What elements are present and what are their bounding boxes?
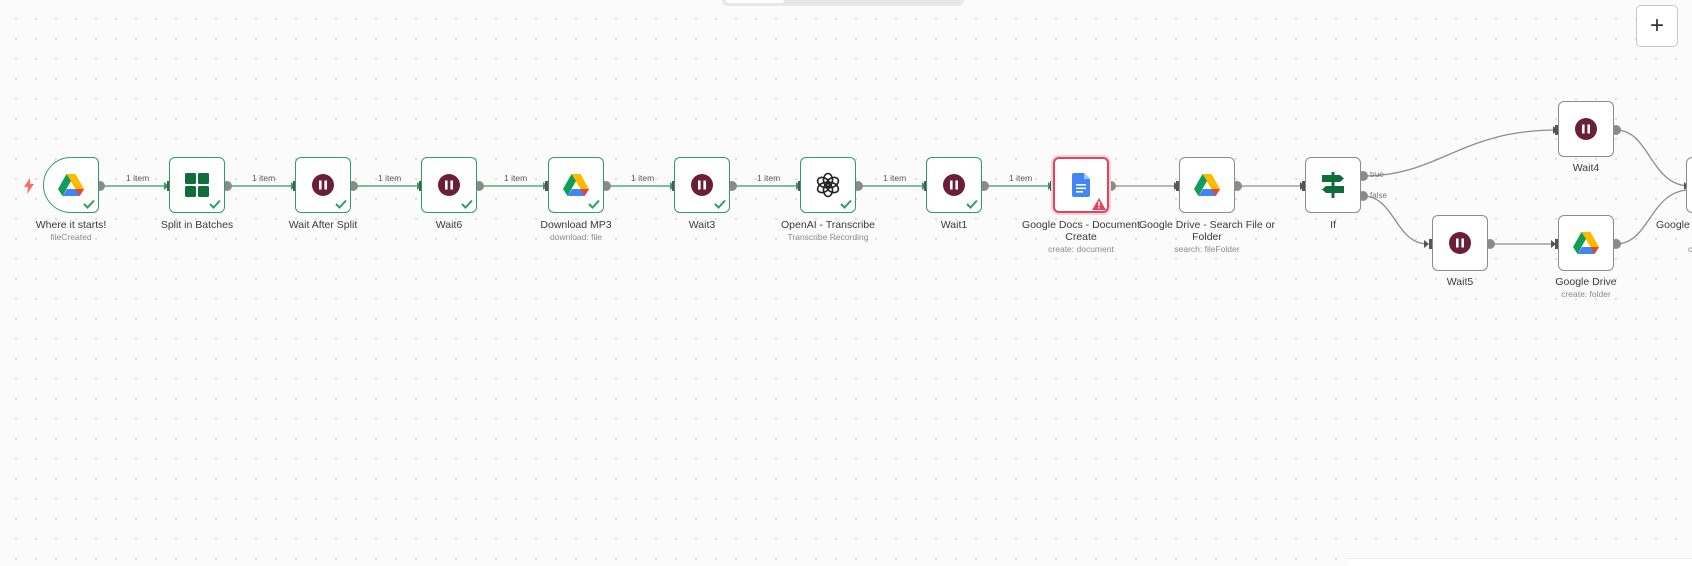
node-subtitle: c: [1688, 244, 1692, 254]
node-label: Google Docs - Document Create: [1022, 219, 1140, 243]
pause-icon: [691, 174, 713, 196]
google-drive-icon: [1194, 174, 1220, 196]
node-label: Wait After Split: [288, 219, 358, 231]
edge-label: 1 item: [883, 173, 907, 183]
node-label: Google Drive: [1555, 276, 1617, 288]
node-where-it-starts[interactable]: [43, 157, 99, 213]
google-drive-icon: [58, 174, 84, 196]
node-label: Google Drive - Search File or Folder: [1139, 219, 1275, 243]
success-check-icon: [335, 198, 347, 210]
node-subtitle: create: document: [1048, 244, 1114, 254]
node-subtitle: Transcribe Recording: [787, 232, 869, 242]
if-true-label: true: [1370, 170, 1384, 179]
top-tab-active[interactable]: [726, 0, 784, 3]
google-drive-icon: [563, 174, 589, 196]
node-label: Where it starts!: [35, 219, 107, 231]
node-subtitle: create: folder: [1561, 289, 1611, 299]
node-label: If: [1330, 219, 1336, 231]
node-label: Wait4: [1572, 162, 1600, 174]
node-wait1[interactable]: [926, 157, 982, 213]
node-wait4[interactable]: [1558, 101, 1614, 157]
node-label: Download MP3: [540, 219, 612, 231]
node-google-drive[interactable]: [1558, 215, 1614, 271]
top-tab-bar[interactable]: [722, 0, 964, 6]
success-check-icon: [83, 198, 95, 210]
node-split-in-batches[interactable]: [169, 157, 225, 213]
edge-label: 1 item: [378, 173, 402, 183]
node-subtitle: search: fileFolder: [1174, 244, 1240, 254]
pause-icon: [943, 174, 965, 196]
openai-icon: [815, 172, 841, 198]
node-label: OpenAI - Transcribe: [781, 219, 875, 231]
node-google-partial[interactable]: [1686, 157, 1692, 213]
node-label: Wait6: [435, 219, 463, 231]
node-label: Wait5: [1446, 276, 1474, 288]
node-wait5[interactable]: [1432, 215, 1488, 271]
warning-icon[interactable]: [1092, 198, 1106, 210]
success-check-icon: [714, 198, 726, 210]
node-google-drive-search[interactable]: [1179, 157, 1235, 213]
google-drive-icon: [1573, 232, 1599, 254]
node-wait6[interactable]: [421, 157, 477, 213]
pause-icon: [1575, 118, 1597, 140]
node-subtitle: download: file: [550, 232, 602, 242]
success-check-icon: [461, 198, 473, 210]
pause-icon: [312, 174, 334, 196]
pause-icon: [438, 174, 460, 196]
edge-label: 1 item: [252, 173, 276, 183]
success-check-icon: [966, 198, 978, 210]
node-wait-after-split[interactable]: [295, 157, 351, 213]
success-check-icon: [588, 198, 600, 210]
node-label: Wait1: [940, 219, 968, 231]
success-check-icon: [209, 198, 221, 210]
pause-icon: [1449, 232, 1471, 254]
node-label: Split in Batches: [160, 219, 234, 231]
google-docs-icon: [1072, 173, 1090, 197]
node-label: Wait3: [688, 219, 716, 231]
success-check-icon: [840, 198, 852, 210]
node-wait3[interactable]: [674, 157, 730, 213]
node-subtitle: fileCreated: [50, 232, 92, 242]
signpost-icon: [1320, 172, 1346, 198]
node-label: Google: [1656, 219, 1690, 231]
grid-icon: [185, 173, 209, 197]
node-if[interactable]: [1305, 157, 1361, 213]
edge-label: 1 item: [126, 173, 150, 183]
edge-label: 1 item: [757, 173, 781, 183]
if-false-label: false: [1370, 191, 1387, 200]
edge-label: 1 item: [1009, 173, 1033, 183]
lightning-icon: [24, 178, 34, 199]
edge-label: 1 item: [631, 173, 655, 183]
edge-gdrive-next[interactable]: [1615, 189, 1691, 245]
node-download-mp3[interactable]: [548, 157, 604, 213]
edge-label: 1 item: [504, 173, 528, 183]
node-openai-transcribe[interactable]: [800, 157, 856, 213]
edge-wait4-next[interactable]: [1615, 129, 1691, 187]
node-google-docs-create[interactable]: [1053, 157, 1109, 213]
add-node-button[interactable]: +: [1636, 5, 1678, 47]
